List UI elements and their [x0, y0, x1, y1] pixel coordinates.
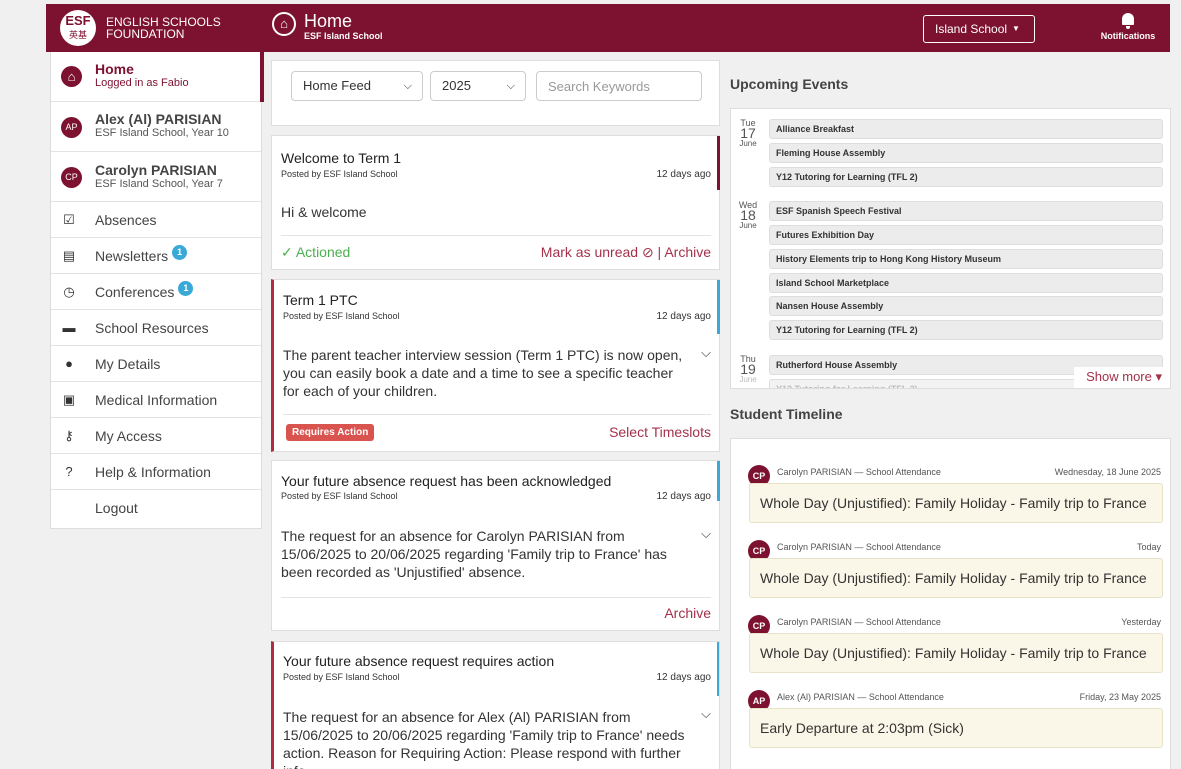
requires-action-badge: Requires Action	[286, 424, 375, 441]
feed-type-select[interactable]: Home Feed ⌵	[291, 71, 423, 101]
event-day: Wed 18 June	[738, 200, 758, 231]
sidebar-item-home[interactable]: ⌂ Home Logged in as Fabio	[51, 52, 264, 102]
sidebar-item-my-details[interactable]: ● My Details	[51, 346, 261, 382]
card-status-bar	[717, 280, 720, 334]
sidebar-child-carolyn[interactable]: CP Carolyn PARISIAN ESF Island School, Y…	[51, 152, 261, 202]
key-icon: ⚷	[64, 428, 74, 443]
event-item[interactable]: Y12 Tutoring for Learning (TFL 2)	[769, 320, 1163, 340]
timeline-entry[interactable]: Whole Day (Unjustified): Family Holiday …	[749, 558, 1163, 598]
timeline-entry[interactable]: Early Departure at 2:03pm (Sick)	[749, 708, 1163, 748]
clock-icon: ◷	[63, 284, 75, 299]
page-subtitle: ESF Island School	[304, 31, 383, 41]
medical-kit-icon: ▣	[62, 392, 76, 407]
chevron-down-icon[interactable]: ⌵	[701, 526, 711, 542]
event-item[interactable]: Alliance Breakfast	[769, 119, 1163, 139]
card-status-bar	[717, 136, 720, 190]
esf-logo[interactable]: ESF 英基	[60, 10, 96, 46]
sidebar-item-medical-information[interactable]: ▣ Medical Information	[51, 382, 261, 418]
org-name: ENGLISH SCHOOLS FOUNDATION	[106, 15, 221, 41]
show-more-link[interactable]: Show more ▾	[1074, 367, 1170, 388]
timeline-entry[interactable]: Whole Day (Unjustified): Family Holiday …	[749, 633, 1163, 673]
home-icon: ⌂	[61, 66, 82, 87]
sidebar-item-conferences[interactable]: ◷ Conferences 1	[51, 274, 261, 310]
active-indicator	[260, 52, 264, 102]
check-square-icon: ☑	[63, 212, 75, 227]
notifications-button[interactable]: Notifications	[1098, 13, 1158, 41]
event-item[interactable]: Futures Exhibition Day	[769, 225, 1163, 245]
feed-card-welcome: Welcome to Term 1 Posted by ESF Island S…	[271, 135, 720, 270]
archive-link[interactable]: Archive	[664, 605, 711, 621]
event-item[interactable]: History Elements trip to Hong Kong Histo…	[769, 249, 1163, 269]
count-badge: 1	[172, 245, 188, 260]
event-item[interactable]: Fleming House Assembly	[769, 143, 1163, 163]
question-icon: ?	[65, 464, 73, 479]
sidebar-item-help[interactable]: ? Help & Information	[51, 454, 261, 490]
avatar: CP	[61, 167, 82, 188]
newspaper-icon: ▤	[62, 248, 76, 263]
count-badge: 1	[178, 281, 194, 296]
page-title: Home	[304, 11, 353, 31]
chevron-down-icon: ⌵	[403, 80, 412, 92]
caret-down-icon: ▼	[1012, 24, 1020, 33]
student-timeline-panel: CP Carolyn PARISIAN — School Attendance …	[730, 438, 1171, 769]
event-day: Thu 19 June	[739, 354, 757, 385]
select-timeslots-link[interactable]: Select Timeslots	[609, 424, 711, 440]
feed-card-absence-action: Your future absence request requires act…	[271, 641, 720, 769]
year-select[interactable]: 2025 ⌵	[430, 71, 526, 101]
home-icon: ⌂	[272, 12, 296, 36]
chevron-down-icon[interactable]: ⌵	[701, 345, 711, 361]
actioned-status: ✓ Actioned	[281, 244, 351, 260]
mark-unread-archive-link[interactable]: Mark as unread ⊘ | Archive	[541, 244, 711, 261]
card-status-bar	[717, 642, 719, 696]
chevron-down-icon[interactable]: ⌵	[701, 706, 711, 722]
user-icon: ●	[65, 356, 73, 371]
sidebar-item-school-resources[interactable]: ▬ School Resources	[51, 310, 261, 346]
bell-icon	[1121, 13, 1135, 29]
sidebar-item-logout[interactable]: Logout	[51, 490, 261, 526]
sidebar: ⌂ Home Logged in as Fabio AP Alex (Al) P…	[50, 52, 264, 529]
school-select[interactable]: Island School ▼	[923, 15, 1035, 43]
avatar: AP	[61, 117, 82, 138]
top-bar: ESF 英基 ENGLISH SCHOOLS FOUNDATION ⌂ Home …	[46, 4, 1170, 55]
event-item[interactable]: Nansen House Assembly	[769, 296, 1163, 316]
event-item[interactable]: ESF Spanish Speech Festival	[769, 201, 1163, 221]
card-status-bar	[717, 461, 720, 501]
search-input[interactable]	[536, 71, 702, 101]
upcoming-events-heading: Upcoming Events	[730, 76, 849, 92]
student-timeline-heading: Student Timeline	[730, 406, 843, 422]
sidebar-item-absences[interactable]: ☑ Absences	[51, 202, 261, 238]
sidebar-item-my-access[interactable]: ⚷ My Access	[51, 418, 261, 454]
chevron-down-icon: ⌵	[506, 80, 515, 92]
timeline-entry[interactable]: Whole Day (Unjustified): Family Holiday …	[749, 483, 1163, 523]
feed-card-absence-acknowledged: Your future absence request has been ack…	[271, 460, 720, 631]
folder-icon: ▬	[62, 320, 76, 335]
feed-card-term1-ptc: Term 1 PTC Posted by ESF Island School 1…	[271, 279, 720, 452]
sidebar-child-alex[interactable]: AP Alex (Al) PARISIAN ESF Island School,…	[51, 102, 261, 152]
feed-filter-bar: Home Feed ⌵ 2025 ⌵	[271, 60, 720, 126]
event-item[interactable]: Island School Marketplace	[769, 273, 1163, 293]
sidebar-item-newsletters[interactable]: ▤ Newsletters 1	[51, 238, 261, 274]
event-day: Tue 17 June	[739, 118, 757, 149]
upcoming-events-panel: Tue 17 June Alliance Breakfast Fleming Hou…	[730, 108, 1171, 389]
event-item[interactable]: Y12 Tutoring for Learning (TFL 2)	[769, 167, 1163, 187]
